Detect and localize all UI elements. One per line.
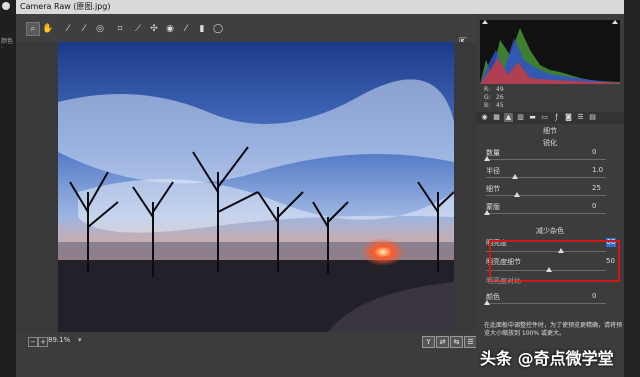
spot-removal-icon[interactable]: ✣ [148,23,160,35]
right-panel: R: 49 G: 26 B: 45 ◉ ▦ ▲ ▥ ▬ ▭ ƒ ◙ ☰ ▤ 细节… [476,14,624,377]
side-label: 颜色 · [1,38,14,52]
sharpen-title: 锐化 [543,139,557,147]
color-slider[interactable] [486,303,606,304]
detail-tab-icon[interactable]: ▲ [504,113,513,122]
noise-reduction-title: 减少杂色 [536,227,564,235]
image-preview-area [16,42,476,332]
watermark: 头条 @奇点微学堂 [480,349,614,368]
fx-tab-icon[interactable]: ƒ [552,113,561,122]
panel-dot-icon [2,2,10,10]
rgb-b-value: 45 [496,102,504,109]
luminance-contrast-label: 明亮度对比 [486,277,521,285]
right-edge-strip [624,0,640,377]
hsl-tab-icon[interactable]: ▥ [516,113,525,122]
snapshots-tab-icon[interactable]: ▤ [588,113,597,122]
zoom-level[interactable]: 89.1% [48,336,70,344]
zoom-dropdown-icon[interactable]: ▾ [78,336,82,344]
red-eye-icon[interactable]: ◉ [164,23,176,35]
toolbar: ⌕ ✋ ⁄ ⁄ ◎ ⌗ ⟋ ✣ ◉ ⁄ ▮ ◯ ⇱ [16,14,476,48]
left-edge-strip: 颜色 · [0,0,16,377]
brush-icon[interactable]: ⁄ [180,23,192,35]
rgb-r-value: 49 [496,86,504,93]
bottom-bar: − + 89.1% ▾ Y ⇄ ⇆ ☰ [16,332,477,377]
amount-slider[interactable] [486,159,606,160]
swap-icon[interactable]: ⇄ [436,336,449,348]
radius-label: 半径 [486,167,500,175]
amount-value[interactable]: 0 [592,148,596,156]
camera-calibration-tab-icon[interactable]: ◙ [564,113,573,122]
zoom-in-button[interactable]: + [38,337,48,347]
zoom-out-button[interactable]: − [28,337,38,347]
crop-icon[interactable]: ⌗ [114,23,126,35]
radius-thumb[interactable] [512,174,518,179]
copy-settings-icon[interactable]: ⇆ [450,336,463,348]
tone-curve-tab-icon[interactable]: ▦ [492,113,501,122]
window-title: Camera Raw (原图.jpg) [16,0,624,14]
color-thumb[interactable] [484,300,490,305]
basic-tab-icon[interactable]: ◉ [480,113,489,122]
rgb-g-label: G: [484,94,491,101]
color-sampler-icon[interactable]: ⁄ [78,23,90,35]
detail-slider[interactable] [486,195,606,196]
rgb-b-label: B: [484,102,491,109]
panel-title: 细节 [543,127,557,135]
photo-preview[interactable] [58,42,454,332]
targeted-adjust-icon[interactable]: ◎ [94,23,106,35]
radial-filter-icon[interactable]: ◯ [212,23,224,35]
split-toning-tab-icon[interactable]: ▬ [528,113,537,122]
amount-thumb[interactable] [484,156,490,161]
graduated-filter-icon[interactable]: ▮ [196,23,208,35]
detail-value[interactable]: 25 [592,184,601,192]
presets-tab-icon[interactable]: ☰ [576,113,585,122]
color-value[interactable]: 0 [592,292,596,300]
detail-thumb[interactable] [514,192,520,197]
before-after-button[interactable]: Y [422,336,435,348]
masking-value[interactable]: 0 [592,202,596,210]
preview-note: 在此面板中调整控件时，为了使预览更精确，请将预览大小缩放到 100% 或更大。 [484,322,623,337]
rgb-r-label: R: [484,86,491,93]
camera-raw-window: Camera Raw (原图.jpg) ⌕ ✋ ⁄ ⁄ ◎ ⌗ ⟋ ✣ ◉ ⁄ … [16,0,624,377]
masking-slider[interactable] [486,213,606,214]
radius-value[interactable]: 1.0 [592,166,603,174]
radius-slider[interactable] [486,177,606,178]
histogram [480,20,620,84]
rgb-g-value: 26 [496,94,504,101]
white-balance-icon[interactable]: ⁄ [62,23,74,35]
hand-icon[interactable]: ✋ [42,23,54,35]
lens-tab-icon[interactable]: ▭ [540,113,549,122]
zoom-icon[interactable]: ⌕ [26,22,40,36]
detail-label: 细节 [486,185,500,193]
straighten-icon[interactable]: ⟋ [132,23,144,35]
masking-thumb[interactable] [484,210,490,215]
panel-tabs: ◉ ▦ ▲ ▥ ▬ ▭ ƒ ◙ ☰ ▤ [476,112,624,124]
